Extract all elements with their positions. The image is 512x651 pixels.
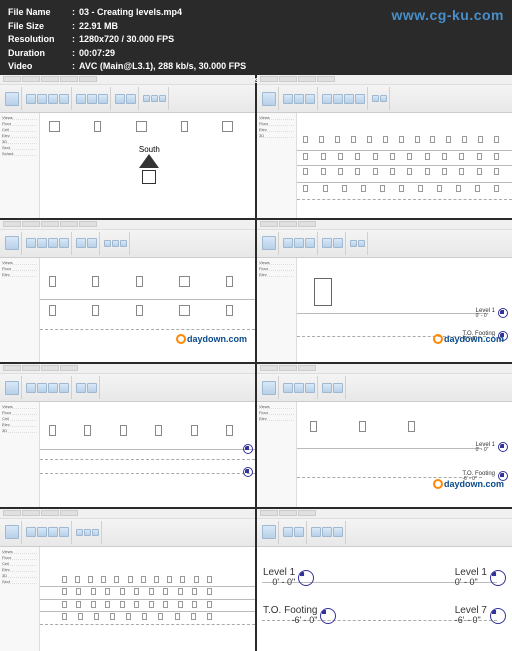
label-filesize: File Size	[8, 20, 68, 34]
value-duration: 00:07:29	[79, 47, 115, 61]
level-head-icon	[490, 608, 506, 624]
daydown-watermark: daydown.com	[433, 334, 504, 344]
drawing-canvas[interactable]: Level 10' - 0" Level 10' - 0" T.O. Footi…	[257, 547, 512, 651]
level-tag[interactable]	[243, 467, 253, 477]
ribbon[interactable]	[0, 85, 255, 113]
drawing-canvas[interactable]: Level 10' - 0" T.O. Footing-6' - 0" dayd…	[297, 258, 512, 363]
level-tag-left-footing[interactable]: T.O. Footing-6' - 0"	[263, 606, 336, 625]
project-browser[interactable]: ViewsFloorElev	[257, 258, 297, 363]
label-video: Video	[8, 60, 68, 74]
drawing-canvas[interactable]: South	[40, 113, 255, 218]
thumb-6: ViewsFloorElev Level 10' - 0" T.O. Footi…	[257, 364, 512, 507]
level-tag-right-level7[interactable]: Level 7-6' - 0"	[455, 606, 506, 625]
level-tag-1[interactable]: Level 10' - 0"	[476, 308, 508, 319]
watermark-cgku: www.cg-ku.com	[391, 5, 504, 26]
media-info-header: File Name:03 - Creating levels.mp4 File …	[0, 0, 512, 75]
daydown-watermark: daydown.com	[433, 479, 504, 489]
level-tag-right-1[interactable]: Level 10' - 0"	[455, 568, 506, 587]
ribbon[interactable]	[257, 230, 512, 258]
value-video: AVC (Main@L3.1), 288 kb/s, 30.000 FPS	[79, 60, 246, 74]
project-browser[interactable]: ViewsFloorElev	[257, 402, 297, 507]
value-resolution: 1280x720 / 30.000 FPS	[79, 33, 174, 47]
project-browser[interactable]: ViewsFloorCeilElev3DSectSched	[0, 113, 40, 218]
level-head-icon	[498, 308, 508, 318]
ribbon[interactable]	[257, 85, 512, 113]
thumb-7: ViewsFloorCeilElev3DSect	[0, 509, 255, 651]
elevation-label: South	[139, 145, 160, 154]
level-tag[interactable]	[243, 444, 253, 454]
level-head-icon	[490, 570, 506, 586]
level-head-icon	[498, 442, 508, 452]
level-head-icon	[298, 570, 314, 586]
level-head-icon	[243, 467, 253, 477]
project-browser[interactable]: ViewsFloorElev	[0, 258, 40, 363]
value-filesize: 22.91 MB	[79, 20, 118, 34]
ribbon[interactable]	[257, 374, 512, 402]
ribbon[interactable]	[0, 519, 255, 547]
level-head-icon	[320, 608, 336, 624]
level-tag-left-1[interactable]: Level 10' - 0"	[263, 568, 314, 587]
label-duration: Duration	[8, 47, 68, 61]
label-resolution: Resolution	[8, 33, 68, 47]
thumb-2: ViewsFloorElev3D	[257, 75, 512, 218]
thumb-3: ViewsFloorElev daydown.com	[0, 220, 255, 363]
ribbon[interactable]	[0, 230, 255, 258]
ribbon[interactable]	[0, 374, 255, 402]
project-browser[interactable]: ViewsFloorCeilElev3D	[0, 402, 40, 507]
level-tag[interactable]: Level 10' - 0"	[476, 442, 508, 453]
drawing-canvas[interactable]: daydown.com	[40, 258, 255, 363]
triangle-icon	[139, 154, 159, 168]
project-browser[interactable]: ViewsFloorCeilElev3DSect	[0, 547, 40, 651]
project-browser[interactable]: ViewsFloorElev3D	[257, 113, 297, 218]
drawing-canvas[interactable]	[40, 547, 255, 651]
elevation-marker[interactable]: South	[139, 144, 160, 184]
label-filename: File Name	[8, 6, 68, 20]
drawing-canvas[interactable]	[40, 402, 255, 507]
level-head-icon	[243, 444, 253, 454]
thumb-8: Level 10' - 0" Level 10' - 0" T.O. Footi…	[257, 509, 512, 651]
daydown-watermark: daydown.com	[176, 334, 247, 344]
drawing-canvas[interactable]	[297, 113, 512, 218]
thumb-4: ViewsFloorElev Level 10' - 0" T.O. Footi…	[257, 220, 512, 363]
thumb-1: ViewsFloorCeilElev3DSectSched South	[0, 75, 255, 218]
drawing-canvas[interactable]: Level 10' - 0" T.O. Footing-6' - 0" dayd…	[297, 402, 512, 507]
thumbnail-grid: ViewsFloorCeilElev3DSectSched South	[0, 75, 512, 651]
value-filename: 03 - Creating levels.mp4	[79, 6, 182, 20]
ribbon[interactable]	[257, 519, 512, 547]
thumb-5: ViewsFloorCeilElev3D	[0, 364, 255, 507]
